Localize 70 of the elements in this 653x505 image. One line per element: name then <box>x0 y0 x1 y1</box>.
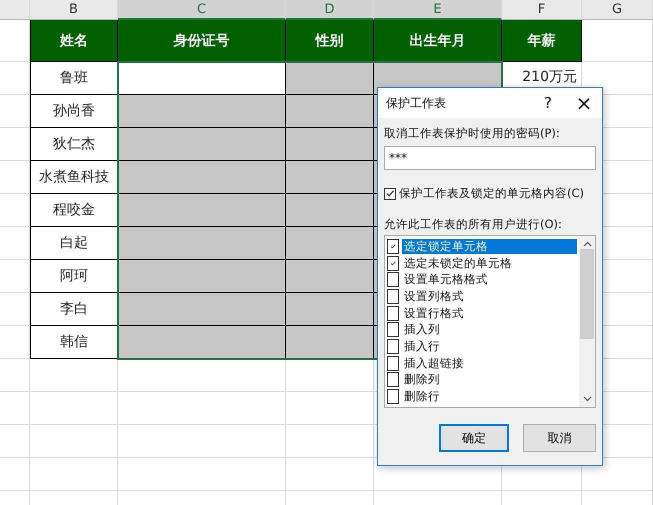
list-item[interactable]: 设置列格式 <box>402 288 466 304</box>
header-cell: 年薪 <box>502 20 582 62</box>
header-cell: 姓名 <box>30 20 118 62</box>
empty-cell <box>0 161 30 194</box>
checkbox[interactable] <box>387 372 399 388</box>
empty-cell <box>0 227 30 260</box>
name-cell: 李白 <box>30 293 118 326</box>
salary-text: 210万元 <box>522 68 577 86</box>
checkbox[interactable] <box>387 389 399 404</box>
name-cell: 鲁班 <box>30 62 118 95</box>
permissions-label: 允许此工作表的所有用户进行(O): <box>384 217 563 232</box>
list-item[interactable]: 删除行 <box>402 389 442 404</box>
column-header[interactable]: F <box>502 0 582 20</box>
list-item[interactable]: 插入列 <box>402 322 442 338</box>
empty-cell <box>0 392 30 425</box>
empty-cell <box>0 458 30 491</box>
list-item[interactable]: 选定未锁定的单元格 <box>402 256 514 271</box>
empty-cell <box>0 425 30 458</box>
name-cell: 白起 <box>30 227 118 260</box>
header-cell: 性别 <box>286 20 374 62</box>
scroll-up-icon[interactable] <box>582 241 592 247</box>
list-item[interactable]: 选定锁定单元格 <box>402 238 577 254</box>
list-item[interactable]: 插入行 <box>402 339 442 354</box>
list-item[interactable]: 删除列 <box>402 372 442 388</box>
checkbox[interactable] <box>384 188 396 200</box>
column-header[interactable]: C <box>118 0 286 20</box>
checkbox[interactable] <box>387 356 399 371</box>
list-item[interactable]: 设置单元格格式 <box>402 272 490 288</box>
password-field[interactable]: *** <box>384 146 596 170</box>
empty-cell <box>0 359 30 392</box>
column-header[interactable]: D <box>286 0 374 20</box>
header-cell: 身份证号 <box>118 20 286 62</box>
list-item[interactable]: 设置行格式 <box>402 306 466 321</box>
password-label: 取消工作表保护时使用的密码(P): <box>384 126 561 141</box>
cancel-button[interactable]: 取消 <box>523 424 596 452</box>
check-icon <box>385 188 395 199</box>
corner-header <box>0 0 30 20</box>
empty-cell <box>0 260 30 293</box>
column-header[interactable]: G <box>582 0 653 20</box>
name-cell: 阿珂 <box>30 260 118 293</box>
scrollbar-thumb[interactable] <box>580 249 594 339</box>
empty-cell <box>0 194 30 227</box>
list-item[interactable]: 插入超链接 <box>402 356 466 371</box>
empty-cell <box>0 62 30 95</box>
empty-cell <box>0 293 30 326</box>
name-cell: 程咬金 <box>30 194 118 227</box>
checkbox[interactable] <box>387 306 399 321</box>
name-cell: 孙尚香 <box>30 95 118 128</box>
header-cell: 出生年月 <box>374 20 502 62</box>
checkbox[interactable] <box>387 322 399 338</box>
name-cell: 水煮鱼科技 <box>30 161 118 194</box>
checkbox[interactable] <box>387 339 399 354</box>
dialog-title: 保护工作表 <box>386 94 447 112</box>
empty-cell <box>0 326 30 359</box>
name-cell: 韩信 <box>30 326 118 359</box>
ok-button[interactable]: 确定 <box>439 424 509 452</box>
checkbox[interactable] <box>387 238 399 254</box>
help-button[interactable]: ? <box>530 94 566 112</box>
scrollbar[interactable] <box>579 236 595 407</box>
checkbox[interactable] <box>387 256 399 271</box>
empty-cell <box>0 128 30 161</box>
checkbox[interactable] <box>387 272 399 288</box>
column-header[interactable]: E <box>374 0 502 20</box>
close-button[interactable]: × <box>566 91 602 115</box>
name-cell: 狄仁杰 <box>30 128 118 161</box>
column-header[interactable]: B <box>30 0 118 20</box>
empty-cell <box>0 95 30 128</box>
scroll-down-icon[interactable] <box>582 396 592 402</box>
checkbox[interactable] <box>387 288 399 304</box>
checkbox-label: 保护工作表及锁定的单元格内容(C) <box>399 186 584 201</box>
